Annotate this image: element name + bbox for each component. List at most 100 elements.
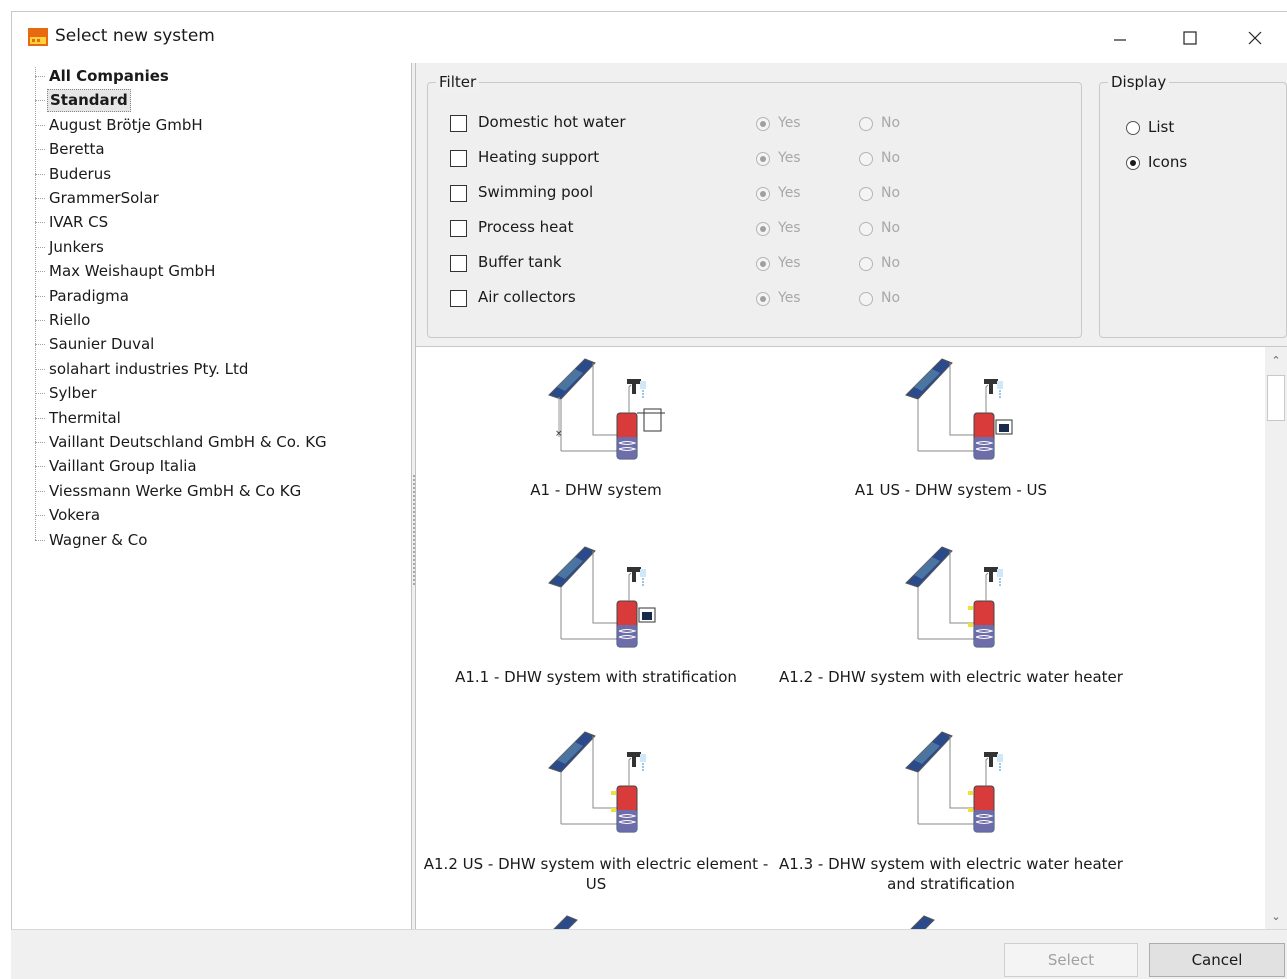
- yes-radio-label: Yes: [778, 150, 801, 166]
- tree-connector: [35, 466, 45, 468]
- tree-item[interactable]: Buderus: [47, 163, 113, 186]
- tree-item[interactable]: Junkers: [47, 236, 106, 259]
- solar-collector-icon[interactable]: [519, 912, 679, 929]
- filter-checkbox[interactable]: [450, 255, 467, 272]
- tree-connector: [35, 344, 45, 346]
- system-label[interactable]: A1.1 - DHW system with stratification: [416, 667, 776, 687]
- no-radio[interactable]: [859, 222, 873, 236]
- tree-connector: [35, 368, 45, 370]
- tree-connector: [35, 515, 45, 517]
- yes-radio-label: Yes: [778, 220, 801, 236]
- tree-connector: [35, 539, 45, 541]
- scroll-thumb[interactable]: [1267, 375, 1285, 421]
- minimize-button[interactable]: [1085, 16, 1155, 60]
- filter-row: Air collectors Yes No: [440, 287, 1060, 311]
- filter-label: Heating support: [478, 148, 600, 166]
- tree-item[interactable]: August Brötje GmbH: [47, 114, 205, 137]
- solar-collector-icon[interactable]: [876, 912, 1036, 929]
- tree-connector: [35, 246, 45, 248]
- scroll-down-icon[interactable]: ⌄: [1265, 905, 1287, 927]
- solar-system-diagram-icon[interactable]: [876, 535, 1036, 660]
- tree-item[interactable]: Viessmann Werke GmbH & Co KG: [47, 480, 303, 503]
- yes-radio-label: Yes: [778, 115, 801, 131]
- filter-checkbox[interactable]: [450, 150, 467, 167]
- maximize-icon: [1183, 31, 1197, 45]
- tree-item[interactable]: Vaillant Deutschland GmbH & Co. KG: [47, 431, 329, 454]
- system-icons-view: × A1 - DHW system A1 US - DHW system - US A…: [416, 347, 1265, 929]
- filter-row: Process heat Yes No: [440, 217, 1060, 241]
- filter-checkbox[interactable]: [450, 185, 467, 202]
- yes-radio[interactable]: [756, 222, 770, 236]
- tree-item[interactable]: Riello: [47, 309, 92, 332]
- no-radio[interactable]: [859, 292, 873, 306]
- tree-connector: [35, 442, 45, 443]
- tree-connector: [35, 271, 45, 273]
- filter-label: Domestic hot water: [478, 113, 626, 131]
- tree-item[interactable]: Paradigma: [47, 285, 131, 308]
- no-radio[interactable]: [859, 257, 873, 271]
- yes-radio[interactable]: [756, 117, 770, 131]
- maximize-button[interactable]: [1155, 16, 1225, 60]
- tree-item[interactable]: Wagner & Co: [47, 529, 149, 552]
- tree-item[interactable]: All Companies: [47, 65, 171, 88]
- system-label[interactable]: A1.2 - DHW system with electric water he…: [771, 667, 1131, 687]
- tree-connector: [35, 295, 45, 297]
- no-radio[interactable]: [859, 117, 873, 131]
- solar-system-diagram-icon[interactable]: [519, 535, 679, 660]
- system-label[interactable]: A1.3 - DHW system with electric water he…: [771, 854, 1131, 894]
- tree-item[interactable]: Vokera: [47, 504, 102, 527]
- filter-checkbox[interactable]: [450, 220, 467, 237]
- tree-connector: [35, 222, 45, 224]
- filter-label: Air collectors: [478, 288, 576, 306]
- filter-area: Filter Domestic hot water Yes No Heating su…: [416, 63, 1287, 347]
- solar-system-diagram-icon[interactable]: [876, 347, 1036, 472]
- tree-item[interactable]: IVAR CS: [47, 211, 110, 234]
- yes-radio[interactable]: [756, 292, 770, 306]
- yes-radio[interactable]: [756, 152, 770, 166]
- filter-label: Process heat: [478, 218, 574, 236]
- tree-item[interactable]: Thermital: [47, 407, 123, 430]
- select-button[interactable]: Select: [1004, 943, 1138, 977]
- yes-radio[interactable]: [756, 187, 770, 201]
- tree-connector: [35, 149, 45, 151]
- solar-system-diagram-icon[interactable]: [876, 720, 1036, 845]
- filter-checkbox[interactable]: [450, 290, 467, 307]
- system-label[interactable]: A1 US - DHW system - US: [771, 480, 1131, 500]
- tree-connector: [35, 198, 45, 199]
- system-label[interactable]: A1.2 US - DHW system with electric eleme…: [416, 854, 776, 894]
- splitter-grip[interactable]: [413, 475, 415, 585]
- tree-item[interactable]: Sylber: [47, 382, 98, 405]
- scroll-up-icon[interactable]: ⌃: [1265, 349, 1287, 371]
- no-radio-label: No: [881, 220, 901, 236]
- close-button[interactable]: [1220, 16, 1287, 60]
- display-radio[interactable]: [1126, 121, 1140, 135]
- cancel-button[interactable]: Cancel: [1149, 943, 1285, 977]
- yes-radio[interactable]: [756, 257, 770, 271]
- no-radio-label: No: [881, 290, 901, 306]
- display-radio-label: Icons: [1148, 153, 1188, 171]
- filter-checkbox[interactable]: [450, 115, 467, 132]
- vertical-scrollbar[interactable]: ⌃ ⌄: [1265, 347, 1287, 929]
- no-radio[interactable]: [859, 187, 873, 201]
- tree-item[interactable]: Standard: [47, 89, 131, 113]
- display-radio-label: List: [1148, 118, 1175, 136]
- system-label[interactable]: A1 - DHW system: [416, 480, 776, 500]
- minimize-icon: [1114, 39, 1126, 41]
- tree-item[interactable]: GrammerSolar: [47, 187, 161, 210]
- solar-system-diagram-icon[interactable]: [519, 720, 679, 845]
- yes-radio-label: Yes: [778, 290, 801, 306]
- tree-item[interactable]: Beretta: [47, 138, 107, 161]
- tree-item[interactable]: Max Weishaupt GmbH: [47, 260, 217, 283]
- close-icon: [1248, 31, 1262, 45]
- tree-item[interactable]: solahart industries Pty. Ltd: [47, 358, 250, 381]
- no-radio[interactable]: [859, 152, 873, 166]
- display-radio[interactable]: [1126, 156, 1140, 170]
- svg-text:×: ×: [555, 429, 563, 439]
- button-bar: Select Cancel: [11, 929, 1287, 979]
- solar-system-diagram-icon[interactable]: ×: [519, 347, 679, 472]
- company-tree: All Companies Standard August Brötje GmbH B…: [11, 63, 411, 929]
- filter-group: Filter Domestic hot water Yes No Heating su…: [427, 73, 1082, 338]
- tree-item[interactable]: Saunier Duval: [47, 333, 156, 356]
- tree-item[interactable]: Vaillant Group Italia: [47, 455, 199, 478]
- window-title: Select new system: [55, 26, 215, 46]
